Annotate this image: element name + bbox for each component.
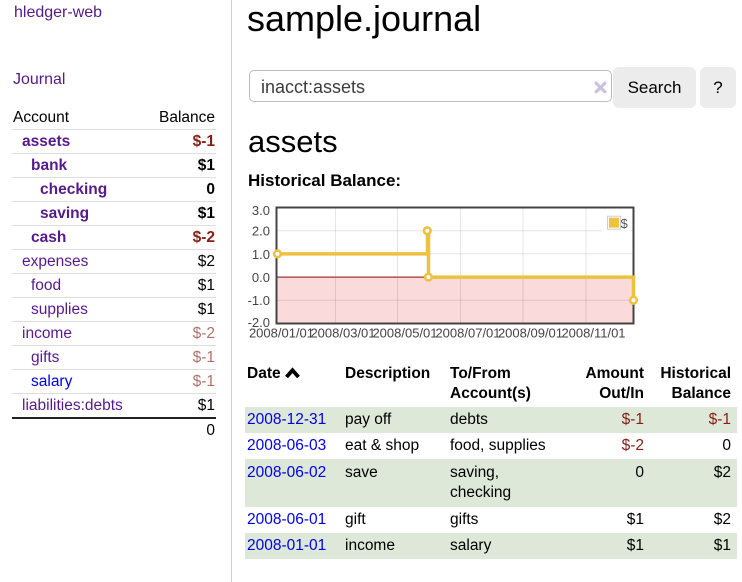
svg-text:$: $ <box>621 216 629 231</box>
svg-text:2.0: 2.0 <box>252 224 270 239</box>
svg-text:0.0: 0.0 <box>252 270 270 285</box>
svg-text:3.0: 3.0 <box>252 203 270 218</box>
svg-text:2008/11/01: 2008/11/01 <box>561 326 625 341</box>
svg-text:2008/01/01: 2008/01/01 <box>249 326 314 341</box>
svg-text:2008/05/01: 2008/05/01 <box>372 326 437 341</box>
svg-text:2008/09/01: 2008/09/01 <box>498 326 563 341</box>
svg-text:2008/07/01: 2008/07/01 <box>435 326 500 341</box>
svg-text:-1.0: -1.0 <box>248 293 270 308</box>
svg-text:1.0: 1.0 <box>252 247 270 262</box>
svg-text:2008/03/01: 2008/03/01 <box>310 326 375 341</box>
